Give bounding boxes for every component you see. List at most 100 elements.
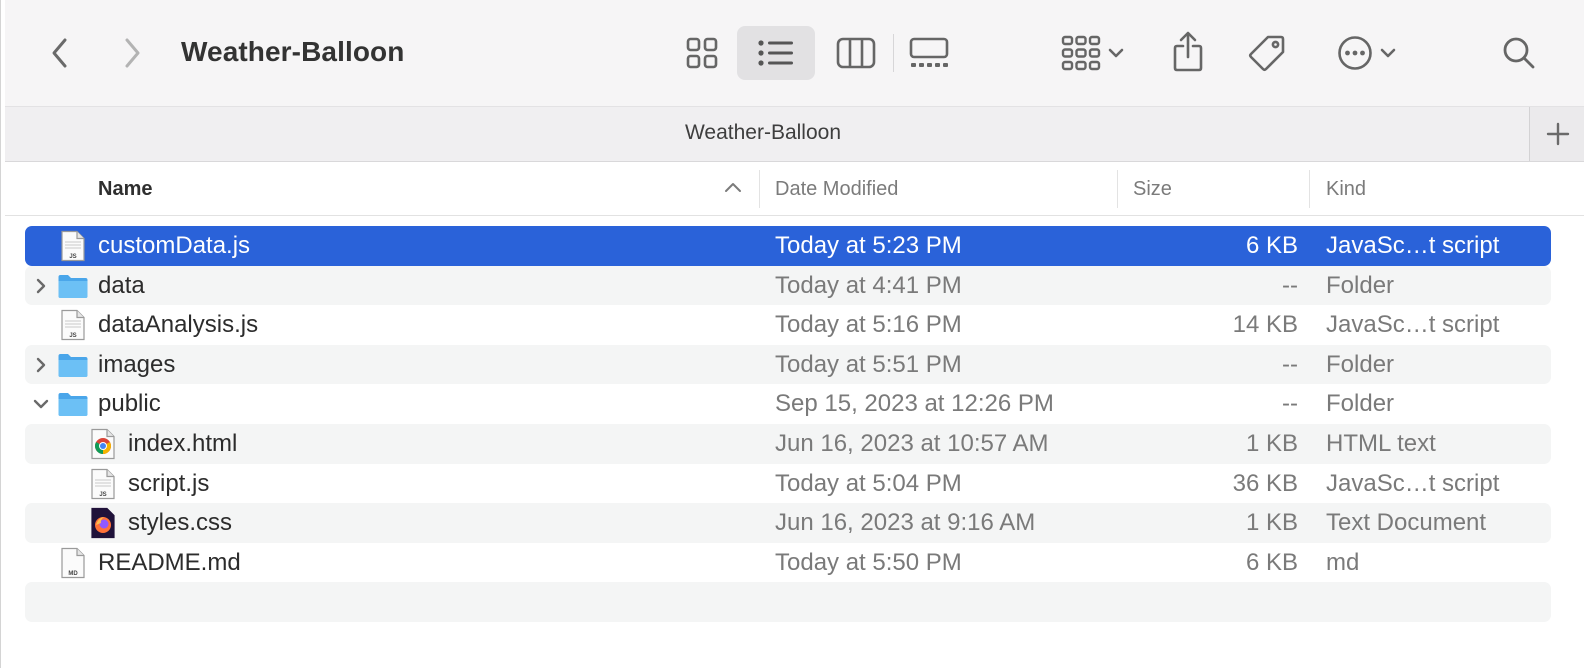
gallery-view-button[interactable] (903, 26, 955, 80)
column-header: Name Date Modified Size Kind (5, 162, 1584, 216)
empty-row (25, 582, 1551, 622)
file-kind: Folder (1326, 350, 1395, 378)
column-divider[interactable] (759, 170, 760, 208)
folder-icon (57, 390, 89, 423)
date-modified: Today at 5:04 PM (775, 469, 962, 497)
file-row[interactable]: data Today at 4:41 PM -- Folder (25, 265, 1551, 306)
column-view-button[interactable] (831, 26, 881, 80)
js-file-icon: JS (89, 468, 117, 505)
date-modified: Today at 4:41 PM (775, 271, 962, 299)
chrome-html-icon (89, 428, 117, 465)
name-column-header[interactable]: Name (98, 176, 152, 202)
js-file-icon: JS (59, 230, 87, 267)
column-divider[interactable] (1309, 170, 1310, 208)
columns-icon (836, 37, 876, 69)
file-name: README.md (98, 548, 241, 576)
list-icon (758, 40, 793, 66)
back-button[interactable] (39, 34, 81, 72)
chevron-left-icon (52, 38, 67, 68)
chevron-right-icon (125, 38, 140, 68)
file-size: 6 KB (1245, 548, 1298, 576)
window-title: Weather-Balloon (181, 36, 405, 67)
file-name: public (98, 390, 161, 418)
ellipsis-icon (1338, 36, 1372, 70)
file-size: 1 KB (1245, 509, 1298, 537)
chevron-down-icon (1380, 48, 1396, 58)
file-name: data (98, 271, 145, 299)
chevron-down-icon (1108, 48, 1124, 58)
size-column-header[interactable]: Size (1133, 176, 1172, 202)
group-by-button[interactable] (1053, 26, 1133, 80)
kind-column-header[interactable]: Kind (1326, 176, 1366, 202)
date-modified: Today at 5:23 PM (775, 232, 962, 259)
folder-icon (57, 272, 89, 305)
file-kind: HTML text (1326, 429, 1436, 457)
date-column-header[interactable]: Date Modified (775, 176, 898, 202)
date-modified: Jun 16, 2023 at 9:16 AM (775, 509, 1036, 537)
firefox-doc-icon (89, 507, 117, 544)
share-icon (1173, 31, 1203, 72)
file-kind: JavaSc…t script (1326, 469, 1500, 497)
file-row[interactable]: MD README.md Today at 5:50 PM 6 KB md (25, 543, 1551, 583)
file-size: -- (1282, 271, 1298, 299)
file-size: 6 KB (1245, 232, 1298, 259)
disclosure-expanded-icon[interactable] (31, 394, 51, 414)
file-kind: JavaSc…t script (1326, 311, 1500, 339)
date-modified: Sep 15, 2023 at 12:26 PM (775, 390, 1054, 418)
search-icon (1503, 37, 1535, 69)
md-file-icon: MD (59, 547, 87, 584)
file-kind: Folder (1326, 390, 1395, 418)
file-size: 14 KB (1232, 311, 1298, 339)
file-name: index.html (128, 429, 238, 457)
file-row[interactable]: JS customData.js Today at 5:23 PM 6 KB JavaS… (25, 226, 1551, 266)
forward-button[interactable] (111, 34, 153, 72)
date-modified: Today at 5:50 PM (775, 548, 962, 576)
date-modified: Today at 5:16 PM (775, 311, 962, 339)
file-name: customData.js (98, 232, 251, 259)
svg-text:JS: JS (99, 492, 106, 498)
date-modified: Jun 16, 2023 at 10:57 AM (775, 429, 1049, 457)
svg-text:JS: JS (69, 333, 76, 339)
group-by-icon (1061, 35, 1101, 71)
file-size: 1 KB (1245, 429, 1298, 457)
file-row[interactable]: JS dataAnalysis.js Today at 5:16 PM 14 KB Ja… (25, 305, 1551, 345)
js-file-icon: JS (59, 309, 87, 346)
share-button[interactable] (1165, 24, 1211, 80)
sort-ascending-icon (725, 183, 741, 192)
file-kind: Folder (1326, 271, 1395, 299)
icon-view-button[interactable] (677, 26, 727, 80)
file-row[interactable]: JS script.js Today at 5:04 PM 36 KB JavaSc…t… (25, 464, 1551, 504)
disclosure-collapsed-icon[interactable] (31, 276, 51, 296)
tab-weather-balloon[interactable]: Weather-Balloon (5, 121, 1521, 145)
grid-icon (686, 37, 718, 69)
file-name: dataAnalysis.js (98, 311, 259, 339)
file-kind: Text Document (1326, 509, 1487, 537)
file-size: -- (1282, 390, 1298, 418)
folder-icon (57, 351, 89, 384)
disclosure-collapsed-icon[interactable] (31, 355, 51, 375)
file-row[interactable]: styles.css Jun 16, 2023 at 9:16 AM 1 KB Tex… (25, 503, 1551, 543)
svg-text:JS: JS (69, 254, 76, 260)
file-list: JS customData.js Today at 5:23 PM 6 KB JavaS… (25, 226, 1551, 622)
file-name: script.js (128, 469, 210, 497)
file-row[interactable]: public Sep 15, 2023 at 12:26 PM -- Folder (25, 384, 1551, 424)
file-kind: md (1326, 548, 1360, 576)
plus-icon (1546, 122, 1569, 146)
tab-bar: Weather-Balloon (5, 106, 1584, 162)
list-view-button[interactable] (737, 26, 815, 80)
tag-button[interactable] (1243, 26, 1291, 80)
svg-text:MD: MD (68, 571, 78, 577)
column-divider[interactable] (1117, 170, 1118, 208)
toolbar: Weather-Balloon (5, 0, 1584, 106)
file-size: -- (1282, 350, 1298, 378)
more-actions-button[interactable] (1327, 26, 1407, 80)
file-row[interactable]: images Today at 5:51 PM -- Folder (25, 344, 1551, 385)
finder-window: Weather-Balloon Weather-Balloon Name Dat… (0, 0, 1584, 668)
file-row[interactable]: index.html Jun 16, 2023 at 10:57 AM 1 KB HT… (25, 423, 1551, 465)
search-button[interactable] (1495, 28, 1543, 78)
toolbar-separator (893, 34, 894, 72)
date-modified: Today at 5:51 PM (775, 350, 962, 378)
file-size: 36 KB (1232, 469, 1298, 497)
file-kind: JavaSc…t script (1326, 232, 1500, 259)
new-tab-button[interactable] (1529, 107, 1584, 161)
